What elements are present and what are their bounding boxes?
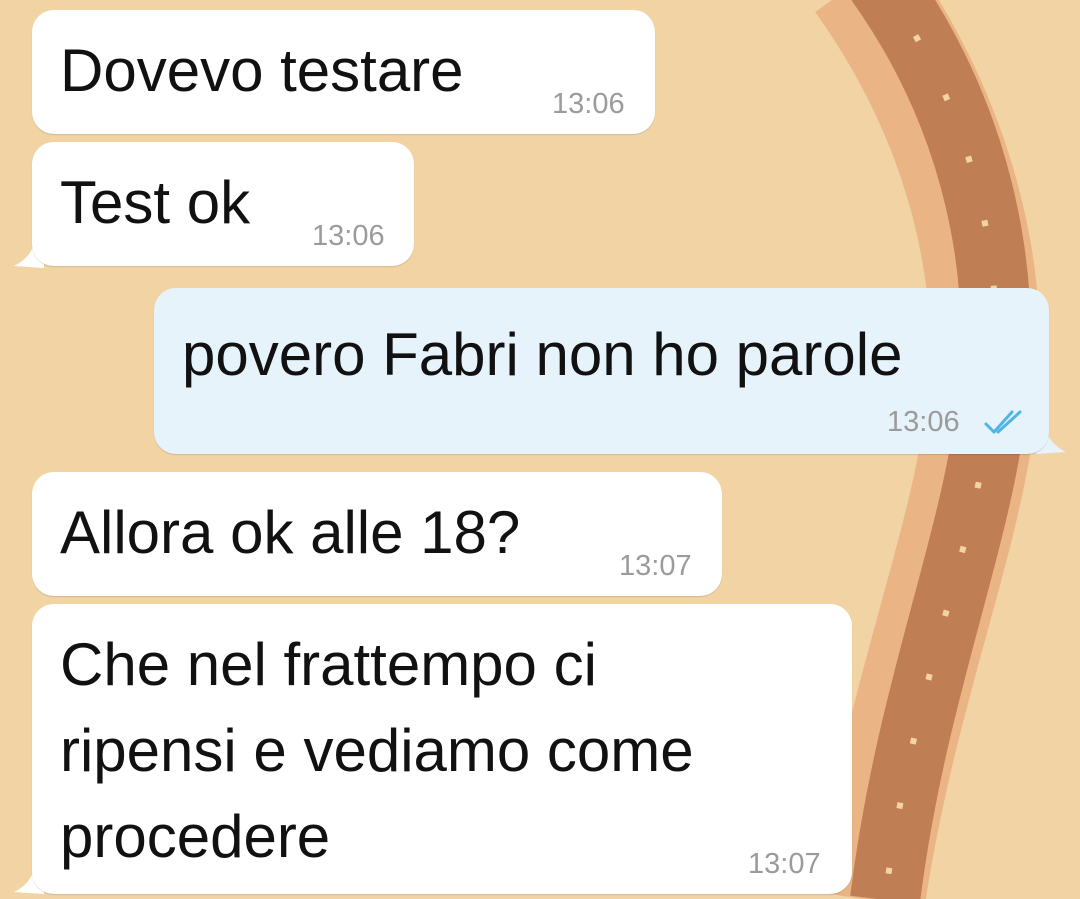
incoming-message[interactable]: Dovevo testare 13:06: [32, 10, 655, 134]
incoming-message[interactable]: Test ok 13:06: [32, 142, 414, 266]
message-text: Test ok: [60, 169, 251, 236]
message-text: Dovevo testare: [60, 37, 464, 104]
message-text: Allora ok alle 18?: [60, 499, 521, 566]
message-time: 13:06: [552, 88, 625, 120]
read-double-check-icon: [984, 410, 1022, 435]
message-time: 13:06: [312, 220, 385, 252]
message-time: 13:06: [887, 406, 960, 438]
message-time: 13:07: [619, 550, 692, 582]
incoming-message[interactable]: Allora ok alle 18? 13:07: [32, 472, 722, 596]
message-time: 13:07: [748, 848, 821, 880]
message-text: Che nel frattempo ci ripensi e vediamo c…: [60, 631, 694, 870]
message-text: povero Fabri non ho parole: [182, 321, 903, 388]
outgoing-message[interactable]: povero Fabri non ho parole 13:06: [154, 288, 1049, 454]
incoming-message[interactable]: Che nel frattempo ci ripensi e vediamo c…: [32, 604, 852, 894]
